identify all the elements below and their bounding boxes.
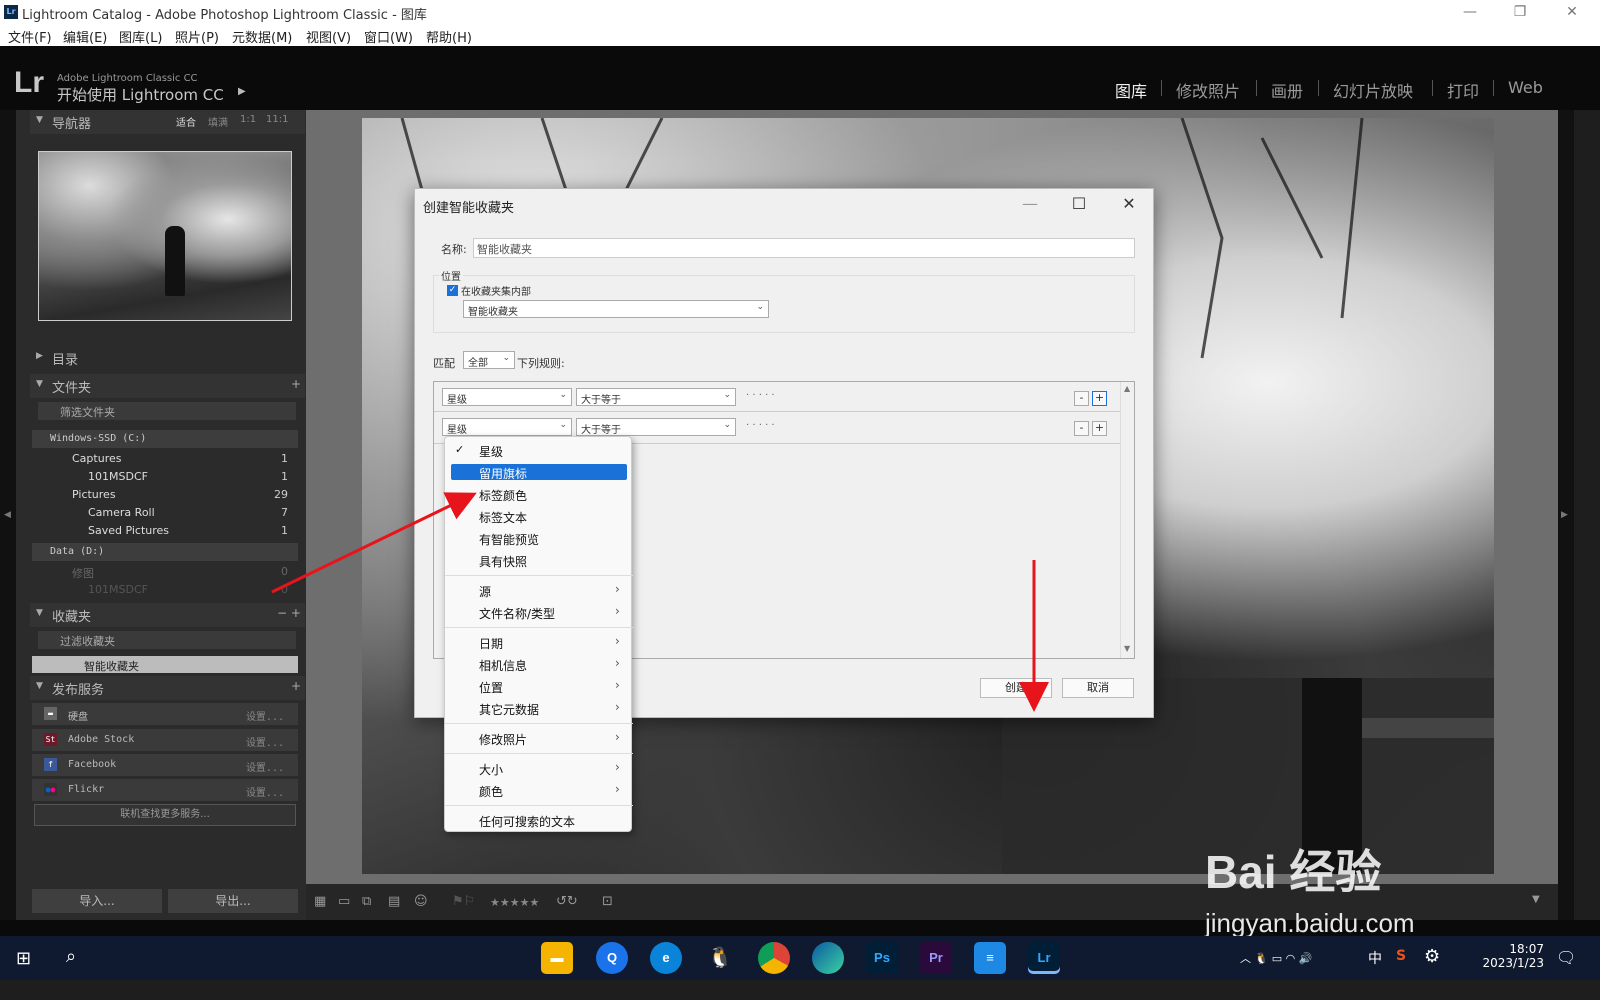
arrow-to-menu — [271, 492, 477, 594]
edge-legacy-icon[interactable]: e — [650, 942, 682, 974]
chrome-icon[interactable] — [758, 942, 790, 974]
settings-gear-icon[interactable]: ⚙ — [1424, 946, 1440, 967]
clock-time: 18:07 — [1509, 942, 1544, 956]
lightroom-taskbar-icon[interactable]: Lr — [1028, 942, 1060, 974]
search-icon[interactable]: ⌕ — [66, 946, 76, 967]
tray-icons[interactable]: ︿ 🐧 ▭ ◠ 🔊 — [1240, 950, 1312, 966]
edge-icon[interactable] — [812, 942, 844, 974]
qq-browser-icon[interactable]: Q — [596, 942, 628, 974]
sogou-icon[interactable]: S — [1396, 948, 1406, 964]
ime-indicator[interactable]: 中 — [1368, 948, 1382, 968]
baidu-watermark-url: jingyan.baidu.com — [1205, 908, 1415, 938]
photoshop-icon[interactable]: Ps — [866, 942, 898, 974]
qq-icon[interactable]: 🐧 — [704, 942, 736, 974]
clock[interactable]: 18:07 2023/1/23 — [1482, 942, 1544, 970]
notification-icon[interactable]: 🗨 — [1556, 948, 1576, 967]
baidu-watermark: Bai 经验 — [1205, 846, 1382, 898]
windows-taskbar: ⊞ ⌕ ▬ Q e 🐧 Ps Pr ≡ Lr ︿ 🐧 ▭ ◠ 🔊 中 S ⚙ 1… — [0, 936, 1600, 980]
windows-start-icon[interactable]: ⊞ — [16, 948, 31, 969]
clock-date: 2023/1/23 — [1482, 956, 1544, 970]
premiere-icon[interactable]: Pr — [920, 942, 952, 974]
file-explorer-icon[interactable]: ▬ — [541, 942, 573, 974]
notepad-icon[interactable]: ≡ — [974, 942, 1006, 974]
